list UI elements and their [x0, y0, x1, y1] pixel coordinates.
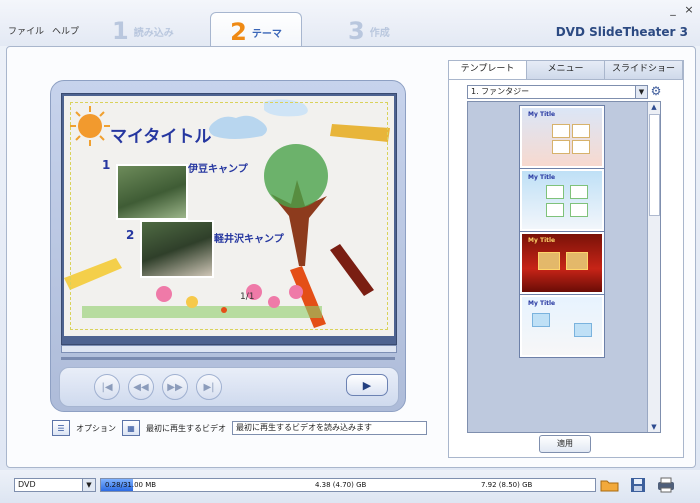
- menu-title: マイタイトル: [110, 127, 212, 147]
- firstplay-video-field[interactable]: 最初に再生するビデオを読み込みます: [232, 421, 427, 435]
- app-brand: DVD SlideTheater 3: [555, 25, 688, 39]
- step-create[interactable]: 3 作成: [348, 16, 390, 46]
- tab-slideshow[interactable]: スライドショー: [605, 61, 683, 79]
- forward-button[interactable]: ▶▶: [162, 374, 188, 400]
- template-slot: [552, 124, 570, 138]
- template-thumbnail[interactable]: My Title: [520, 169, 604, 231]
- rewind-button[interactable]: ◀◀: [128, 374, 154, 400]
- video-icon: ▦: [127, 423, 135, 433]
- template-slot: [546, 185, 564, 199]
- options-row: ☰ オプション ▦ 最初に再生するビデオ 最初に再生するビデオを読み込みます: [52, 420, 427, 436]
- chapter-label: 軽井沢キャンプ: [214, 234, 284, 245]
- play-icon: ▶: [362, 378, 372, 392]
- panel-tabs: テンプレート メニュー スライドショー: [449, 61, 683, 80]
- preview-seek-track[interactable]: [61, 357, 395, 360]
- template-thumbnail[interactable]: My Title: [520, 232, 604, 294]
- chapter-label: 伊豆キャンプ: [188, 164, 248, 175]
- chapter-number: 1: [102, 158, 111, 172]
- step-label: テーマ: [251, 28, 282, 40]
- template-thumbnail[interactable]: My Title: [520, 106, 604, 168]
- folder-open-button[interactable]: [600, 476, 620, 494]
- rewind-icon: ◀◀: [133, 381, 149, 393]
- step-number: 2: [230, 18, 247, 46]
- top-bar: ファイル ヘルプ 1 読み込み 2 テーマ 3 作成 DVD SlideThea…: [0, 0, 700, 51]
- template-slot: [546, 203, 564, 217]
- folder-open-icon: [600, 480, 619, 492]
- firstplay-video-button[interactable]: ▦: [122, 420, 140, 436]
- save-icon: [631, 478, 645, 492]
- preview-progress: [61, 345, 397, 353]
- preview-screen: マイタイトル 1 伊豆キャンプ 2 軽井沢キャンプ 1/1: [61, 93, 397, 345]
- print-icon: [658, 477, 674, 493]
- template-slot: [532, 313, 550, 327]
- template-list: My Title My Title My Title My Title ▲ ▼: [467, 101, 661, 433]
- template-title: My Title: [528, 111, 556, 118]
- disc-type-select[interactable]: DVD: [14, 478, 85, 492]
- play-button[interactable]: ▶: [346, 374, 388, 396]
- capacity-used-label: 0.28/31.00 MB: [105, 481, 157, 489]
- tab-menu[interactable]: メニュー: [527, 61, 605, 79]
- chapter-thumbnail: [140, 220, 214, 278]
- capacity-single-layer-label: 4.38 (4.70) GB: [315, 481, 367, 489]
- template-slot: [538, 252, 560, 270]
- menu-bar: ファイル ヘルプ: [8, 24, 79, 37]
- template-panel: テンプレート メニュー スライドショー 1. ファンタジー ▼ ⚙ My Tit…: [448, 60, 684, 458]
- preview-monitor: マイタイトル 1 伊豆キャンプ 2 軽井沢キャンプ 1/1 |◀ ◀◀ ▶▶ ▶…: [50, 80, 406, 412]
- menu-preview: マイタイトル 1 伊豆キャンプ 2 軽井沢キャンプ 1/1: [64, 96, 394, 336]
- template-slot: [570, 203, 588, 217]
- window-controls: _ ×: [668, 3, 694, 16]
- chapter-number: 2: [126, 228, 135, 242]
- template-thumbnail[interactable]: My Title: [520, 295, 604, 357]
- minimize-button[interactable]: _: [668, 3, 678, 16]
- menu-file[interactable]: ファイル: [8, 24, 44, 37]
- template-scrollbar[interactable]: ▲ ▼: [647, 102, 660, 432]
- chapter-thumbnail: [116, 164, 188, 220]
- forward-icon: ▶▶: [167, 381, 183, 393]
- skip-start-icon: |◀: [101, 381, 113, 393]
- template-slot: [570, 185, 588, 199]
- save-button[interactable]: [628, 476, 648, 494]
- step-number: 1: [112, 17, 129, 45]
- apply-button[interactable]: 適用: [539, 435, 591, 453]
- tab-template[interactable]: テンプレート: [449, 61, 527, 79]
- step-label: 読み込み: [133, 27, 174, 39]
- step-label: 作成: [369, 27, 390, 39]
- gear-icon[interactable]: ⚙: [649, 84, 663, 98]
- skip-start-button[interactable]: |◀: [94, 374, 120, 400]
- template-category-value: 1. ファンタジー: [471, 87, 530, 96]
- template-slot: [574, 323, 592, 337]
- menu-help[interactable]: ヘルプ: [52, 24, 79, 37]
- chevron-down-icon[interactable]: ▼: [635, 86, 647, 98]
- template-title: My Title: [528, 300, 556, 307]
- template-slot: [566, 252, 588, 270]
- scroll-down-icon[interactable]: ▼: [648, 422, 660, 432]
- template-title: My Title: [528, 174, 556, 181]
- chevron-down-icon[interactable]: ▼: [82, 478, 96, 492]
- step-number: 3: [348, 17, 365, 45]
- skip-end-button[interactable]: ▶|: [196, 374, 222, 400]
- app-window: ファイル ヘルプ 1 読み込み 2 テーマ 3 作成 DVD SlideThea…: [0, 0, 700, 503]
- template-slot: [552, 140, 570, 154]
- capacity-meter: 0.28/31.00 MB 4.38 (4.70) GB 7.92 (8.50)…: [100, 478, 596, 492]
- player-controls: |◀ ◀◀ ▶▶ ▶| ▶: [59, 367, 399, 407]
- template-category-select[interactable]: 1. ファンタジー ▼: [467, 85, 648, 99]
- template-slot: [572, 140, 590, 154]
- close-button[interactable]: ×: [684, 3, 694, 16]
- scrollbar-thumb[interactable]: [649, 114, 660, 216]
- step-import[interactable]: 1 読み込み: [112, 16, 174, 46]
- option-label: オプション: [76, 423, 116, 433]
- template-slot: [572, 124, 590, 138]
- page-indicator: 1/1: [240, 292, 255, 302]
- firstplay-label: 最初に再生するビデオ: [146, 423, 226, 433]
- capacity-dual-layer-label: 7.92 (8.50) GB: [481, 481, 533, 489]
- print-button[interactable]: [656, 476, 676, 494]
- option-button[interactable]: ☰: [52, 420, 70, 436]
- template-title: My Title: [528, 237, 556, 244]
- skip-end-icon: ▶|: [203, 381, 215, 393]
- scroll-up-icon[interactable]: ▲: [648, 102, 660, 112]
- option-icon: ☰: [57, 423, 65, 433]
- bottom-bar: DVD ▼ 0.28/31.00 MB 4.38 (4.70) GB 7.92 …: [0, 470, 700, 503]
